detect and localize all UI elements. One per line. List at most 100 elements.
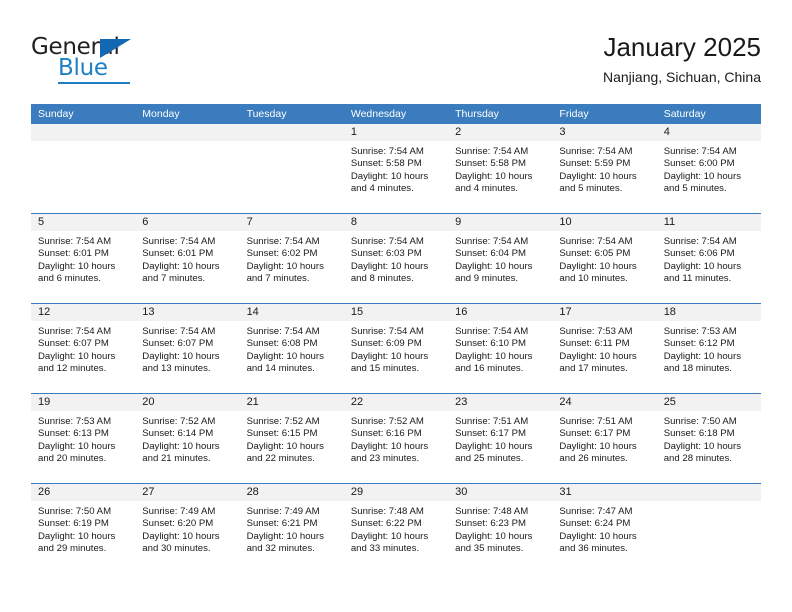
calendar-day-cell[interactable]: 10 Sunrise: 7:54 AM Sunset: 6:05 PM Dayligh… — [552, 214, 657, 303]
calendar-day-cell[interactable]: 16 Sunrise: 7:54 AM Sunset: 6:10 PM Dayligh… — [448, 304, 553, 393]
day-details: Sunrise: 7:53 AM Sunset: 6:11 PM Daylight:… — [552, 322, 656, 376]
calendar-day-cell[interactable]: 23 Sunrise: 7:51 AM Sunset: 6:17 PM Dayligh… — [448, 394, 553, 483]
day-details: Sunrise: 7:51 AM Sunset: 6:17 PM Daylight:… — [552, 412, 656, 466]
sunset-text: Sunset: 6:01 PM — [142, 248, 214, 260]
day-number-band: 15 — [343, 304, 449, 322]
day-number-band: 10 — [552, 214, 657, 232]
day-number-band: 16 — [448, 304, 553, 322]
sunrise-text: Sunrise: 7:53 AM — [663, 326, 737, 337]
general-blue-logo[interactable]: General Blue — [31, 34, 231, 90]
weekday-header-tuesday: Tuesday — [246, 108, 287, 120]
calendar-day-cell[interactable]: 2 Sunrise: 7:54 AM Sunset: 5:58 PM Daylight… — [448, 124, 553, 213]
calendar-day-cell-empty — [656, 484, 761, 573]
daylight-text-line1: Daylight: 10 hours — [455, 260, 533, 272]
daylight-text-line1: Daylight: 10 hours — [350, 170, 429, 182]
calendar-day-cell[interactable]: 17 Sunrise: 7:53 AM Sunset: 6:11 PM Dayligh… — [552, 304, 657, 393]
daylight-text-line1: Daylight: 10 hours — [142, 530, 220, 542]
calendar-day-cell[interactable]: 1 Sunrise: 7:54 AM Sunset: 5:58 PM Daylight… — [343, 124, 449, 213]
day-details: Sunrise: 7:54 AM Sunset: 6:10 PM Daylight:… — [448, 322, 552, 376]
day-number: 1 — [350, 126, 357, 138]
daylight-text-line1: Daylight: 10 hours — [142, 260, 220, 272]
day-number-band: 24 — [552, 394, 657, 412]
sunset-text: Sunset: 6:07 PM — [142, 338, 214, 350]
calendar-day-cell[interactable]: 6 Sunrise: 7:54 AM Sunset: 6:01 PM Daylight… — [135, 214, 240, 303]
sunrise-text: Sunrise: 7:54 AM — [38, 236, 112, 247]
daylight-text-line2: and 36 minutes. — [559, 543, 628, 555]
sunset-text: Sunset: 6:06 PM — [663, 248, 735, 260]
calendar-day-cell[interactable]: 20 Sunrise: 7:52 AM Sunset: 6:14 PM Dayligh… — [135, 394, 240, 483]
day-number-band — [656, 484, 761, 502]
calendar-day-cell[interactable]: 22 Sunrise: 7:52 AM Sunset: 6:16 PM Dayligh… — [343, 394, 449, 483]
calendar-day-cell[interactable]: 25 Sunrise: 7:50 AM Sunset: 6:18 PM Dayligh… — [656, 394, 761, 483]
daylight-text-line1: Daylight: 10 hours — [350, 530, 429, 542]
day-number-band: 12 — [31, 304, 136, 322]
calendar-day-cell[interactable]: 13 Sunrise: 7:54 AM Sunset: 6:07 PM Dayligh… — [135, 304, 240, 393]
daylight-text-line2: and 28 minutes. — [663, 453, 732, 465]
calendar-day-cell[interactable]: 19 Sunrise: 7:53 AM Sunset: 6:13 PM Dayligh… — [31, 394, 136, 483]
daylight-text-line1: Daylight: 10 hours — [663, 440, 742, 452]
calendar-day-cell[interactable]: 29 Sunrise: 7:48 AM Sunset: 6:22 PM Dayligh… — [343, 484, 449, 573]
daylight-text-line2: and 16 minutes. — [455, 363, 524, 375]
calendar-day-cell[interactable]: 15 Sunrise: 7:54 AM Sunset: 6:09 PM Dayligh… — [343, 304, 449, 393]
sunset-text: Sunset: 6:23 PM — [455, 518, 527, 530]
day-details: Sunrise: 7:48 AM Sunset: 6:22 PM Daylight:… — [344, 502, 448, 556]
day-details: Sunrise: 7:53 AM Sunset: 6:12 PM Daylight:… — [657, 322, 761, 376]
daylight-text-line1: Daylight: 10 hours — [142, 440, 220, 452]
calendar-day-cell[interactable]: 21 Sunrise: 7:52 AM Sunset: 6:15 PM Dayligh… — [239, 394, 344, 483]
calendar-day-cell[interactable]: 31 Sunrise: 7:47 AM Sunset: 6:24 PM Dayligh… — [552, 484, 657, 573]
day-number-band: 2 — [448, 124, 553, 142]
calendar-day-cell[interactable]: 12 Sunrise: 7:54 AM Sunset: 6:07 PM Dayligh… — [31, 304, 136, 393]
daylight-text-line1: Daylight: 10 hours — [663, 170, 742, 182]
day-number-band: 5 — [31, 214, 136, 232]
daylight-text-line2: and 26 minutes. — [559, 453, 628, 465]
day-number: 26 — [38, 486, 51, 498]
page-title: January 2025 — [603, 32, 761, 62]
daylight-text-line2: and 5 minutes. — [663, 183, 727, 195]
sunrise-text: Sunrise: 7:48 AM — [350, 506, 424, 517]
calendar-day-cell[interactable]: 9 Sunrise: 7:54 AM Sunset: 6:04 PM Daylight… — [448, 214, 553, 303]
sunrise-text: Sunrise: 7:54 AM — [559, 146, 633, 157]
calendar-day-cell[interactable]: 4 Sunrise: 7:54 AM Sunset: 6:00 PM Daylight… — [656, 124, 761, 213]
day-number: 5 — [38, 216, 45, 228]
calendar-day-cell[interactable]: 28 Sunrise: 7:49 AM Sunset: 6:21 PM Dayligh… — [239, 484, 344, 573]
sunset-text: Sunset: 6:20 PM — [142, 518, 214, 530]
calendar-day-cell[interactable]: 7 Sunrise: 7:54 AM Sunset: 6:02 PM Daylight… — [239, 214, 344, 303]
daylight-text-line1: Daylight: 10 hours — [455, 530, 533, 542]
sunrise-text: Sunrise: 7:54 AM — [142, 326, 216, 337]
day-number: 20 — [142, 396, 155, 408]
sunrise-text: Sunrise: 7:54 AM — [455, 326, 529, 337]
sunset-text: Sunset: 6:16 PM — [350, 428, 422, 440]
calendar-day-cell[interactable]: 3 Sunrise: 7:54 AM Sunset: 5:59 PM Daylight… — [552, 124, 657, 213]
calendar-day-cell[interactable]: 11 Sunrise: 7:54 AM Sunset: 6:06 PM Dayligh… — [656, 214, 761, 303]
calendar-day-cell[interactable]: 30 Sunrise: 7:48 AM Sunset: 6:23 PM Dayligh… — [448, 484, 553, 573]
day-details: Sunrise: 7:54 AM Sunset: 6:00 PM Daylight:… — [657, 142, 761, 196]
daylight-text-line2: and 9 minutes. — [455, 273, 519, 285]
calendar-day-cell[interactable]: 18 Sunrise: 7:53 AM Sunset: 6:12 PM Dayligh… — [656, 304, 761, 393]
daylight-text-line1: Daylight: 10 hours — [142, 350, 220, 362]
calendar-grid: Sunday Monday Tuesday Wednesday Thursday… — [31, 104, 761, 573]
day-number-band — [239, 124, 344, 142]
calendar-day-cell[interactable]: 24 Sunrise: 7:51 AM Sunset: 6:17 PM Dayligh… — [552, 394, 657, 483]
calendar-day-cell[interactable]: 8 Sunrise: 7:54 AM Sunset: 6:03 PM Daylight… — [343, 214, 449, 303]
day-number: 18 — [663, 306, 676, 318]
day-details: Sunrise: 7:54 AM Sunset: 6:08 PM Daylight:… — [240, 322, 344, 376]
day-number-band — [135, 124, 240, 142]
calendar-day-cell[interactable]: 5 Sunrise: 7:54 AM Sunset: 6:01 PM Daylight… — [31, 214, 136, 303]
sunrise-text: Sunrise: 7:54 AM — [246, 326, 320, 337]
calendar-day-cell[interactable]: 27 Sunrise: 7:49 AM Sunset: 6:20 PM Dayligh… — [135, 484, 240, 573]
daylight-text-line2: and 17 minutes. — [559, 363, 628, 375]
calendar-day-cell-empty — [135, 124, 240, 213]
day-number: 27 — [142, 486, 155, 498]
calendar-day-cell[interactable]: 14 Sunrise: 7:54 AM Sunset: 6:08 PM Dayligh… — [239, 304, 344, 393]
day-details: Sunrise: 7:52 AM Sunset: 6:14 PM Daylight:… — [135, 412, 239, 466]
daylight-text-line1: Daylight: 10 hours — [455, 350, 533, 362]
day-number: 17 — [559, 306, 572, 318]
calendar-day-cell[interactable]: 26 Sunrise: 7:50 AM Sunset: 6:19 PM Dayligh… — [31, 484, 136, 573]
sunrise-text: Sunrise: 7:54 AM — [455, 146, 529, 157]
weekday-header-saturday: Saturday — [663, 108, 706, 120]
sunset-text: Sunset: 6:17 PM — [559, 428, 631, 440]
page-header: General Blue January 2025 Nanjiang, Sich… — [31, 30, 761, 96]
calendar-week-row: 26 Sunrise: 7:50 AM Sunset: 6:19 PM Dayligh… — [31, 483, 761, 573]
daylight-text-line1: Daylight: 10 hours — [559, 170, 637, 182]
weekday-header-monday: Monday — [142, 108, 180, 120]
